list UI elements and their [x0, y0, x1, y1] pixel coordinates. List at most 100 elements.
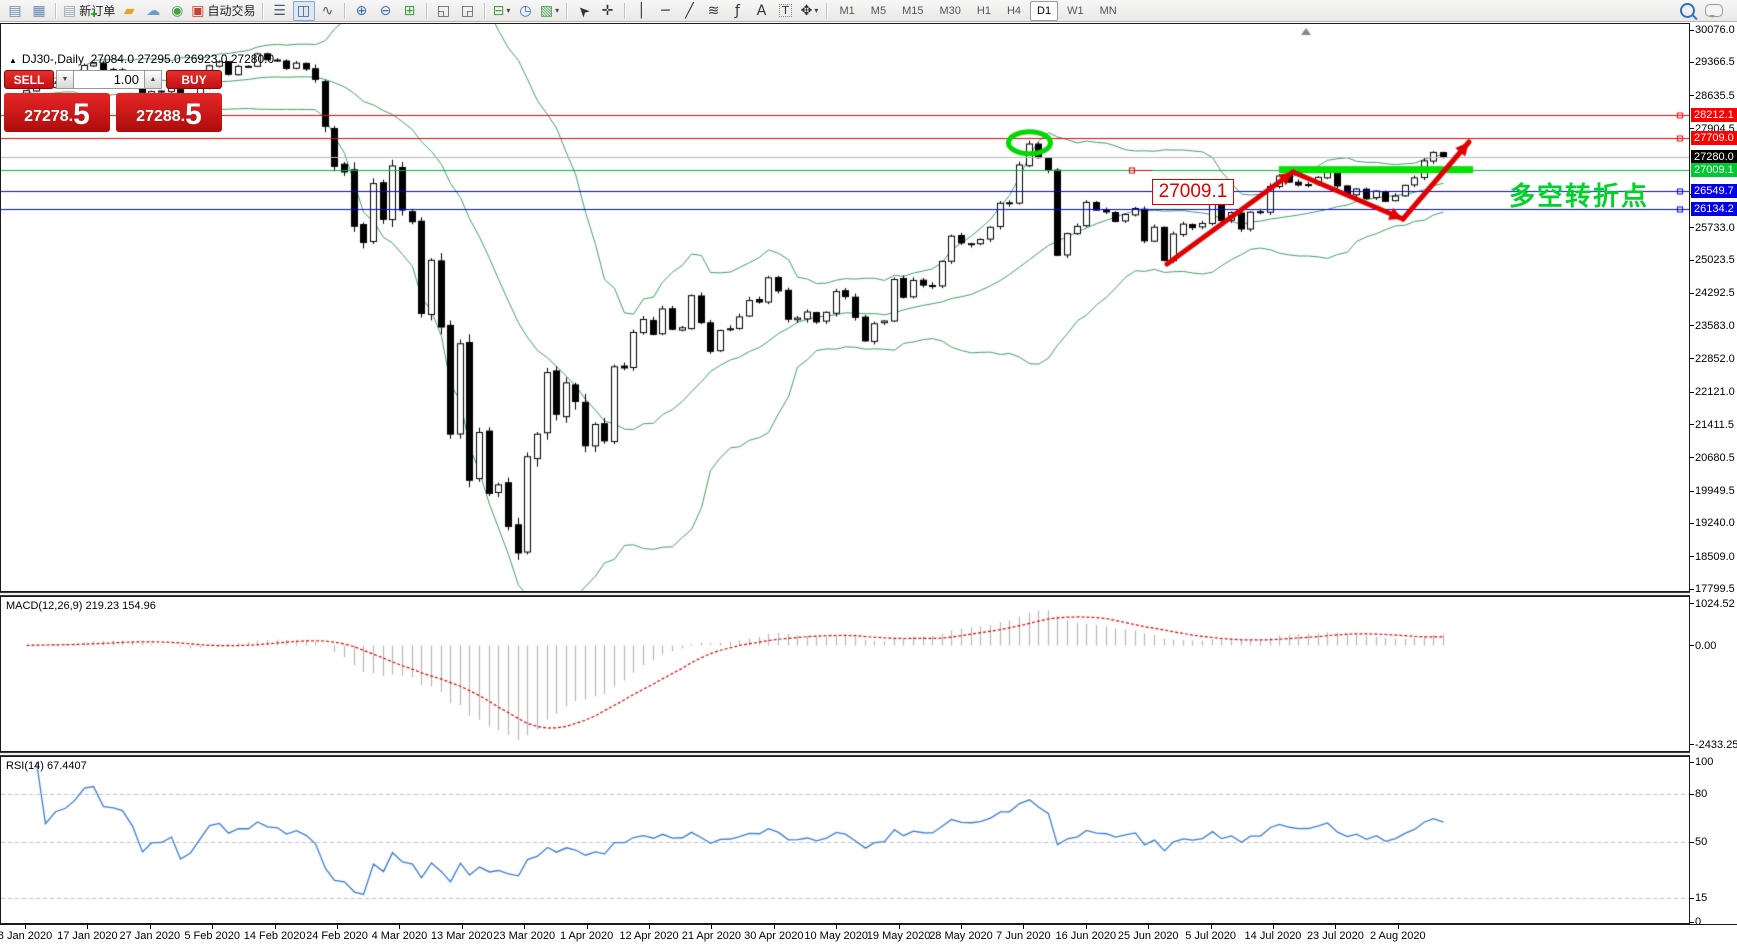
price-tick-label: 19949.5: [1695, 485, 1735, 498]
date-tick-label: 10 May 2020: [804, 930, 868, 942]
date-tick-label: 19 May 2020: [866, 930, 931, 942]
buy-price-pip: 5: [185, 98, 202, 131]
price-tick-label: 23583.0: [1695, 319, 1735, 332]
rsi-tick-label: 50: [1695, 836, 1708, 848]
channel-icon: ≋: [707, 2, 720, 19]
tile-windows-icon[interactable]: ⊞: [399, 1, 421, 21]
plus-overlay-icon: ✚: [90, 9, 98, 19]
price-tick-label: 29366.5: [1695, 56, 1735, 69]
clock-icon[interactable]: ◷: [515, 1, 537, 21]
fibonacci-icon[interactable]: ƒ: [727, 1, 749, 21]
volume-decrease-button[interactable]: ▼: [56, 70, 74, 89]
cursor-icon[interactable]: ➤: [573, 1, 595, 21]
arrange-chart-icon[interactable]: ◱: [433, 1, 455, 21]
timeframe-M5[interactable]: M5: [864, 1, 893, 21]
channel-icon[interactable]: ≋: [703, 1, 725, 21]
horizontal-line-icon[interactable]: ─: [655, 1, 677, 21]
rsi-tick-label: 80: [1695, 788, 1708, 800]
line-chart-icon[interactable]: ∿: [317, 1, 339, 21]
sell-price-main: 27278: [24, 108, 69, 125]
dropdown-caret-icon[interactable]: ▾: [555, 6, 559, 15]
bar-chart-icon[interactable]: ☰: [269, 1, 291, 21]
price-callout-27009[interactable]: 27009.1: [1152, 179, 1234, 205]
turning-point-annotation[interactable]: 多空转折点: [1509, 176, 1649, 213]
price-tick-label: 21411.5: [1695, 418, 1734, 431]
timeframe-M1[interactable]: M1: [833, 1, 862, 21]
buy-price-panel[interactable]: 27288. 5: [116, 93, 222, 132]
one-click-trade-widget: SELL ▼ ▲ BUY 27278.5 27288.5: [4, 70, 222, 132]
time-axis[interactable]: 8 Jan 2020 17 Jan 2020 27 Jan 2020 5 Feb 20…: [0, 924, 1737, 946]
vertical-line-icon[interactable]: │: [631, 1, 653, 21]
data-window-icon[interactable]: ▦: [28, 1, 50, 21]
timeframe-H4[interactable]: H4: [1000, 1, 1028, 21]
sell-price-panel[interactable]: 27278. 5: [4, 93, 110, 132]
dropdown-caret-icon[interactable]: ▾: [814, 6, 818, 15]
gold-icon[interactable]: ▰: [118, 1, 140, 21]
toolbar-separator: [623, 2, 626, 19]
date-tick-label: 23 Jul 2020: [1306, 930, 1364, 942]
shapes-icon[interactable]: ✥ ▾: [799, 1, 821, 21]
price-badge: 27009.1: [1691, 162, 1737, 177]
collapse-triangle-icon[interactable]: ▲: [9, 56, 17, 65]
template-icon[interactable]: ▧ ▾: [539, 1, 561, 21]
price-tick-label: 20680.5: [1695, 451, 1735, 464]
price-tick-label: 22121.0: [1695, 386, 1735, 399]
timeframe-H1[interactable]: H1: [970, 1, 998, 21]
signal-icon: ◉: [171, 2, 184, 19]
chart-list-icon[interactable]: ▤: [4, 1, 26, 21]
rsi-pane: RSI(14) 67.4407: [0, 756, 1690, 924]
rsi-canvas[interactable]: [1, 757, 1689, 923]
bar-chart-icon: ☰: [273, 2, 286, 19]
price-tick-label: 24292.5: [1695, 287, 1735, 300]
data-window-icon: ▦: [32, 2, 46, 19]
cursor-icon: ➤: [573, 0, 594, 21]
shift-chart-icon[interactable]: ◲: [457, 1, 479, 21]
crosshair-icon[interactable]: ✛: [597, 1, 619, 21]
price-chart-canvas[interactable]: [1, 24, 1689, 591]
price-tick-label: 30076.0: [1695, 24, 1735, 36]
cloud-icon: ☁: [146, 2, 161, 19]
date-tick-label: 27 Jan 2020: [119, 930, 181, 942]
date-tick-label: 2 Aug 2020: [1369, 930, 1426, 942]
new-chart-icon[interactable]: ⊟ ▾: [491, 1, 513, 21]
timeframe-W1[interactable]: W1: [1060, 1, 1091, 21]
price-axis-column[interactable]: 30076.029366.528635.527904.526464.025733…: [1690, 23, 1737, 928]
timeframe-MN[interactable]: MN: [1093, 1, 1124, 21]
price-tick-label: 17799.5: [1695, 583, 1735, 596]
signal-icon[interactable]: ◉: [166, 1, 188, 21]
autotrade-icon[interactable]: ▣ 自动交易: [190, 1, 256, 21]
zoom-in-icon[interactable]: ⊕: [351, 1, 373, 21]
shift-chart-icon: ◲: [460, 2, 475, 19]
dropdown-caret-icon[interactable]: ▾: [506, 6, 510, 15]
candlestick-icon[interactable]: ◫: [292, 0, 315, 21]
timeframe-M30[interactable]: M30: [932, 1, 967, 21]
rsi-tick-label: 100: [1695, 756, 1714, 768]
cloud-icon[interactable]: ☁: [142, 1, 164, 21]
volume-increase-button[interactable]: ▲: [144, 70, 162, 89]
buy-button[interactable]: BUY: [166, 70, 222, 89]
label-icon[interactable]: T: [775, 1, 797, 21]
volume-input[interactable]: [73, 70, 145, 89]
price-tick-label: 22852.0: [1695, 352, 1735, 365]
zoom-out-icon[interactable]: ⊖: [375, 1, 397, 21]
macd-tick-label: 1024.52: [1695, 597, 1735, 610]
text-icon[interactable]: A: [751, 1, 773, 21]
search-icon[interactable]: [1680, 3, 1695, 18]
sell-button[interactable]: SELL: [4, 70, 54, 89]
timeframe-M15[interactable]: M15: [895, 1, 930, 21]
label-icon: T: [779, 4, 792, 17]
date-tick-label: 21 Apr 2020: [681, 930, 742, 942]
horizontal-line-icon: ─: [661, 2, 670, 19]
date-tick-label: 17 Jan 2020: [57, 930, 118, 942]
date-tick-label: 24 Feb 2020: [306, 930, 368, 942]
date-tick-label: 23 Mar 2020: [493, 930, 556, 942]
trendline-icon[interactable]: ╱: [679, 1, 701, 21]
macd-canvas[interactable]: [1, 597, 1689, 751]
price-badge: 26549.7: [1691, 183, 1737, 198]
trendline-icon: ╱: [685, 2, 694, 19]
line-chart-icon: ∿: [321, 2, 334, 19]
new-order-icon[interactable]: ▤ ✚ 新订单: [62, 1, 116, 21]
timeframe-D1[interactable]: D1: [1030, 0, 1059, 21]
date-tick-label: 28 May 2020: [929, 930, 993, 942]
chat-icon[interactable]: [1705, 4, 1723, 18]
